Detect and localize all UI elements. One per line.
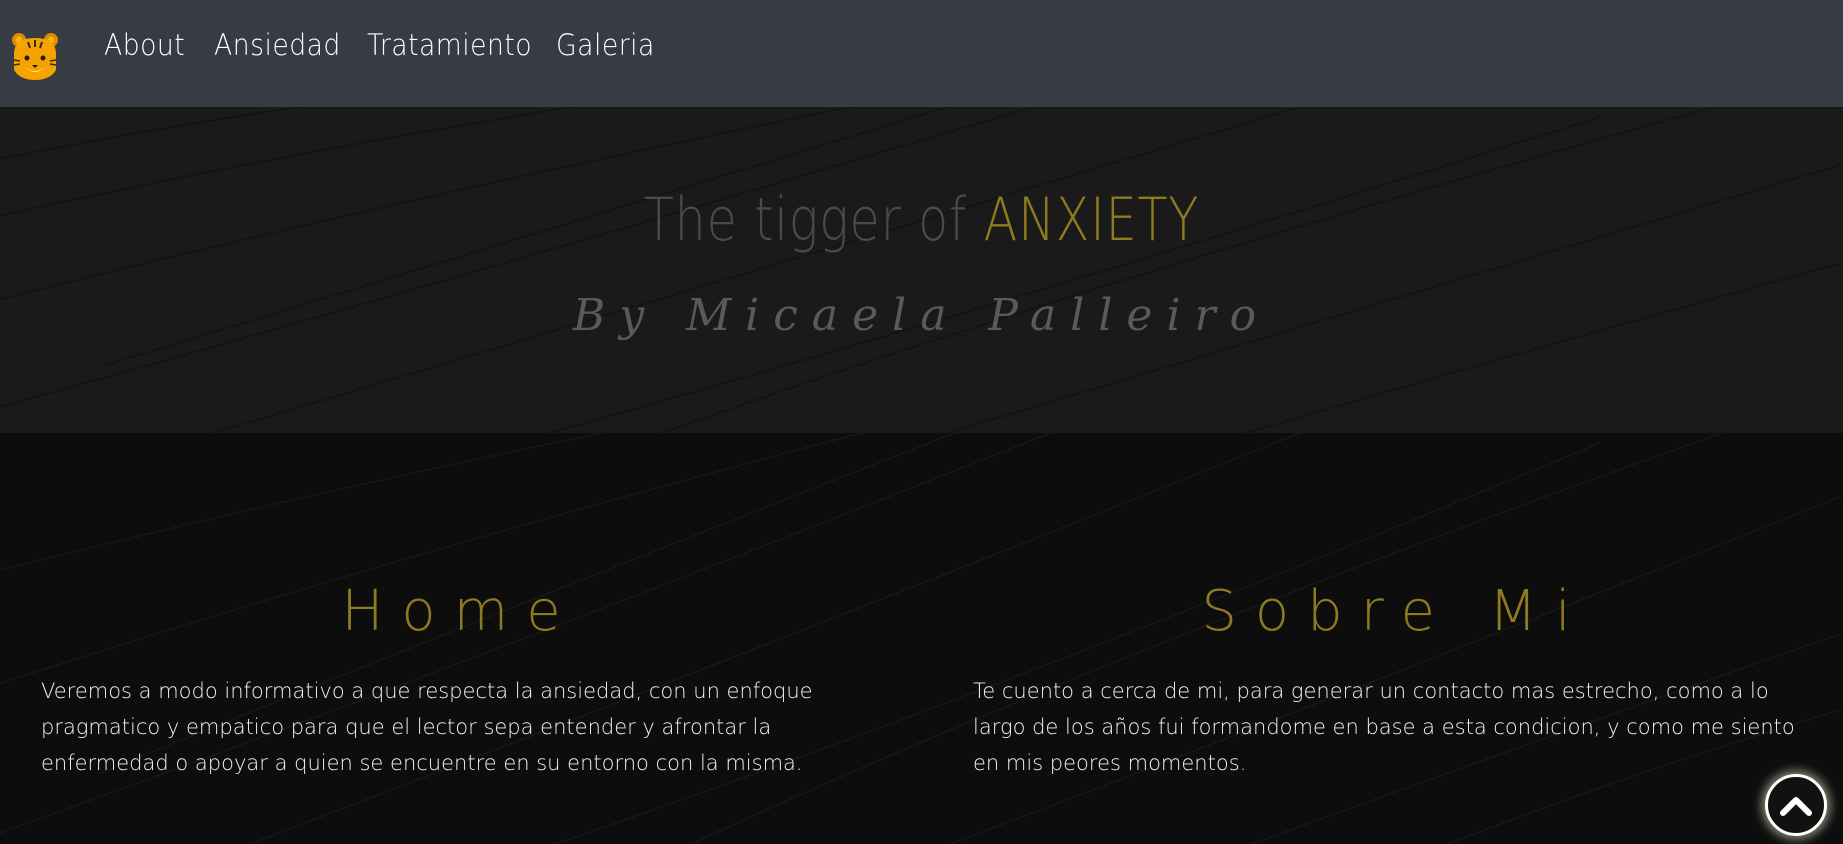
hero-subtitle: By Micaela Palleiro xyxy=(572,290,1271,341)
section-title-sobre-mi: Sobre Mi xyxy=(1201,579,1589,645)
section-text-sobre-mi: Te cuento a cerca de mi, para generar un… xyxy=(973,679,1795,775)
nav-link-tratamiento[interactable]: Tratamiento xyxy=(367,28,532,62)
chevron-up-icon xyxy=(1780,797,1812,816)
nav-link-galeria[interactable]: Galeria xyxy=(556,28,655,62)
nav-link-about[interactable]: About xyxy=(104,28,185,62)
tiger-logo-icon[interactable] xyxy=(10,30,60,82)
section-title-home: Home xyxy=(341,579,579,645)
navbar: About Ansiedad Tratamiento Galeria xyxy=(0,0,1843,107)
section-text-home: Veremos a modo informativo a que respect… xyxy=(41,679,813,775)
hero-title-main: The tigger of xyxy=(643,185,984,255)
hero-title: The tigger of ANXIETY xyxy=(166,185,1677,255)
background-texture xyxy=(0,107,1843,433)
nav-link-ansiedad[interactable]: Ansiedad xyxy=(214,28,341,62)
hero-title-accent: ANXIETY xyxy=(983,185,1200,255)
hero-section: The tigger of ANXIETY By Micaela Palleir… xyxy=(0,107,1843,433)
content-section: Home Veremos a modo informativo a que re… xyxy=(0,433,1843,844)
scroll-top-button[interactable] xyxy=(1765,774,1827,836)
